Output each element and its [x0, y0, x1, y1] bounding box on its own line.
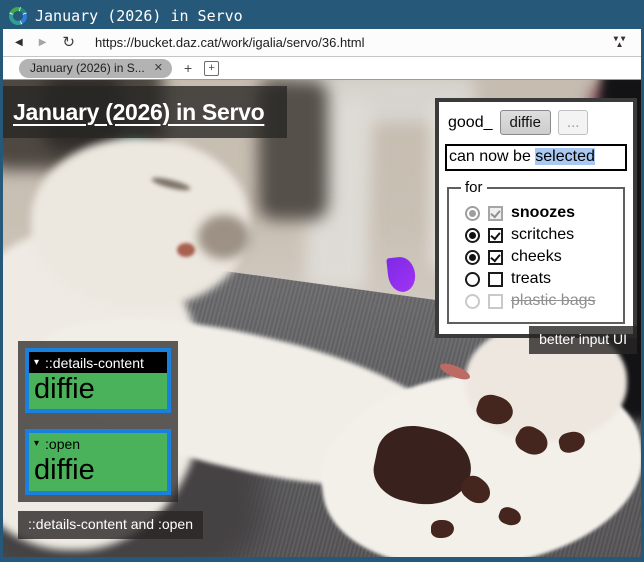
new-window-button[interactable]: +	[204, 61, 219, 76]
option-row-treats: treats	[459, 270, 619, 288]
titlebar: January (2026) in Servo	[3, 3, 641, 29]
details-content-text: diffie	[29, 454, 167, 490]
reload-button[interactable]: ↻	[62, 35, 75, 50]
option-label-scritches[interactable]: scritches	[511, 226, 574, 244]
option-label-treats[interactable]: treats	[511, 270, 551, 288]
heading-block: January (2026) in Servo	[3, 86, 287, 138]
radio-snoozes[interactable]	[465, 206, 480, 221]
caption-details-content-open: ::details-content and :open	[18, 511, 203, 539]
trefoil-menu-icon[interactable]	[609, 34, 629, 52]
input-demo-panel: good_ diffie ... can now be selected for…	[435, 98, 637, 338]
checkbox-cheeks[interactable]	[488, 250, 503, 265]
details-box-open: ▾ :open diffie	[25, 429, 171, 494]
option-row-plastic-bags: plastic bags	[459, 292, 619, 310]
input-text: can now be	[449, 148, 535, 165]
caption-better-input-ui: better input UI	[529, 326, 637, 354]
diffie-button[interactable]: diffie	[500, 110, 551, 135]
option-row-snoozes: snoozes	[459, 204, 619, 222]
url-bar[interactable]: https://bucket.daz.cat/work/igalia/servo…	[95, 35, 593, 50]
tab-bar: January (2026) in S... ✕ + +	[3, 57, 641, 80]
tab-january-2026[interactable]: January (2026) in S... ✕	[19, 59, 172, 78]
checkbox-plastic-bags[interactable]	[488, 294, 503, 309]
details-box-details-content: ▾ ::details-content diffie	[25, 348, 171, 413]
forward-button[interactable]: ▶	[39, 38, 47, 48]
back-button[interactable]: ◀	[15, 38, 23, 48]
browser-toolbar: ◀ ▶ ↻ https://bucket.daz.cat/work/igalia…	[3, 29, 641, 57]
checkbox-snoozes[interactable]	[488, 206, 503, 221]
details-demo-group: ▾ ::details-content diffie ▾ :open diffi…	[18, 341, 178, 502]
details-content-text: diffie	[29, 373, 167, 409]
disclosure-triangle-icon: ▾	[34, 358, 39, 368]
window-title: January (2026) in Servo	[35, 7, 243, 25]
summary-label: :open	[45, 436, 80, 452]
browser-window: January (2026) in Servo ◀ ▶ ↻ https://bu…	[0, 0, 644, 562]
page-title: January (2026) in Servo	[13, 99, 264, 126]
page-viewport: January (2026) in Servo good_ diffie ...…	[3, 80, 641, 557]
tab-label: January (2026) in S...	[30, 61, 145, 75]
plus-square-icon: +	[208, 63, 214, 74]
summary-label: ::details-content	[45, 355, 144, 371]
radio-treats[interactable]	[465, 272, 480, 287]
input-text-selected: selected	[535, 148, 595, 165]
button-row: good_ diffie ...	[445, 110, 627, 135]
option-label-cheeks[interactable]: cheeks	[511, 248, 562, 266]
tab-close-icon[interactable]: ✕	[154, 63, 163, 74]
checkbox-treats[interactable]	[488, 272, 503, 287]
fieldset-legend: for	[461, 179, 487, 196]
details-summary[interactable]: ▾ :open	[29, 433, 167, 454]
for-fieldset: for snoozes scritches cheeks	[447, 179, 625, 324]
radio-cheeks[interactable]	[465, 250, 480, 265]
option-label-plastic-bags[interactable]: plastic bags	[511, 292, 596, 310]
option-row-cheeks: cheeks	[459, 248, 619, 266]
checkbox-scritches[interactable]	[488, 228, 503, 243]
text-input[interactable]: can now be selected	[445, 144, 627, 171]
photo-cat-nose	[177, 243, 195, 257]
option-row-scritches: scritches	[459, 226, 619, 244]
radio-plastic-bags[interactable]	[465, 294, 480, 309]
photo-cat-ear-patch	[198, 215, 250, 259]
prompt-label: good_	[448, 114, 493, 132]
radio-scritches[interactable]	[465, 228, 480, 243]
details-summary[interactable]: ▾ ::details-content	[29, 352, 167, 373]
new-tab-button[interactable]: +	[184, 61, 192, 75]
option-label-snoozes[interactable]: snoozes	[511, 204, 575, 222]
disclosure-triangle-icon: ▾	[34, 439, 39, 449]
more-button[interactable]: ...	[558, 110, 589, 135]
servo-logo-icon	[9, 7, 27, 25]
